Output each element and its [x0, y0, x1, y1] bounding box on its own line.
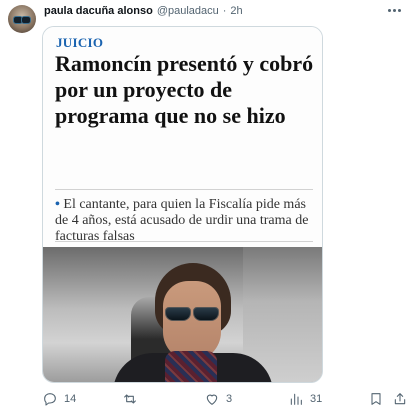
views-count: 31	[310, 393, 323, 405]
lead-bullet: •	[55, 197, 60, 212]
article-photo	[43, 247, 322, 382]
author-name[interactable]: paula dacuña alonso	[44, 5, 153, 17]
views-button[interactable]: 31	[288, 390, 322, 408]
tweet[interactable]: paula dacuña alonso @pauladacu · 2h JUIC…	[0, 0, 414, 418]
heart-icon	[206, 394, 218, 405]
share-icon	[394, 393, 406, 405]
article-section: JUICIO	[56, 35, 104, 50]
reply-count: 14	[64, 393, 77, 405]
article-screenshot: JUICIO Ramoncín presentó y cobró por un …	[43, 27, 322, 247]
share-button[interactable]	[392, 390, 408, 408]
avatar[interactable]	[8, 5, 36, 33]
article-headline: Ramoncín presentó y cobró por un proyect…	[55, 51, 314, 128]
like-count: 3	[226, 393, 233, 405]
article-lead-text: El cantante, para quien la Fiscalía pide…	[55, 197, 309, 244]
man-face	[163, 281, 221, 361]
retweet-button[interactable]	[122, 390, 144, 408]
action-bar: 14 3 31	[42, 390, 406, 408]
scarf	[165, 351, 217, 382]
more-dots-icon[interactable]	[384, 2, 404, 18]
separator-dot: ·	[222, 5, 227, 17]
author-handle[interactable]: @pauladacu	[157, 5, 219, 17]
reply-button[interactable]: 14	[42, 390, 76, 408]
avatar-sunglasses	[13, 16, 31, 24]
tweet-header: paula dacuña alonso @pauladacu · 2h	[44, 4, 243, 18]
media-card[interactable]: JUICIO Ramoncín presentó y cobró por un …	[42, 26, 323, 383]
divider	[55, 241, 313, 242]
bookmark-icon	[371, 393, 381, 405]
views-bar-chart-icon	[290, 393, 302, 405]
like-button[interactable]: 3	[204, 390, 232, 408]
reply-icon	[44, 393, 56, 406]
retweet-icon	[124, 394, 136, 404]
sunglasses	[163, 307, 221, 321]
bookmark-button[interactable]	[368, 390, 384, 408]
article-lead: • El cantante, para quien la Fiscalía pi…	[55, 197, 317, 245]
timestamp[interactable]: 2h	[230, 5, 242, 17]
divider	[55, 189, 313, 190]
